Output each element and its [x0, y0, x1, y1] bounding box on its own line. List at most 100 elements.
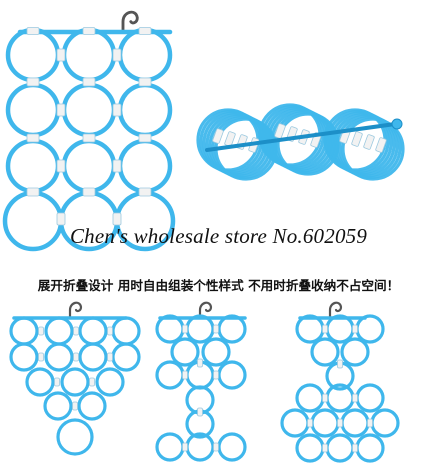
ring-clip [213, 370, 219, 380]
ring [355, 314, 385, 344]
ring [310, 337, 340, 367]
ring-clip [26, 77, 40, 87]
ring-clip [107, 352, 113, 362]
hanger-variant-c [280, 301, 400, 463]
ring [295, 314, 325, 344]
ring [295, 383, 325, 413]
ring [9, 316, 39, 346]
ring-clip [56, 103, 66, 117]
store-watermark: Chen's wholesale store No.602059 [69, 224, 368, 248]
ring [111, 316, 141, 346]
ring-clip [351, 131, 363, 147]
ring-clip [322, 443, 328, 453]
ring [355, 433, 385, 463]
ring-clip [337, 418, 343, 428]
ring [155, 432, 185, 462]
ring [43, 391, 73, 421]
ring [56, 418, 94, 456]
ring-clip [352, 393, 358, 403]
ring-clip [352, 324, 358, 334]
ring-clip [26, 133, 40, 143]
ring-clip [56, 48, 66, 62]
ring-clip [337, 359, 343, 369]
ring-clip [182, 370, 188, 380]
hook-knob-icon [391, 118, 403, 130]
ring-clip [307, 418, 313, 428]
ring [170, 337, 200, 367]
ring [310, 408, 340, 438]
ring [60, 367, 90, 397]
ring [155, 360, 185, 390]
ring-clip [138, 27, 152, 35]
ring [78, 316, 108, 346]
ring-clip [72, 401, 78, 411]
hanger-folded [196, 103, 405, 181]
hanger-hook-icon [68, 301, 83, 320]
hanger-variant-a [9, 301, 141, 456]
ring-clip [38, 352, 44, 362]
ring-clip [82, 133, 96, 143]
ring-clip [322, 324, 328, 334]
hanger-variant-b [155, 301, 247, 462]
ring [61, 82, 117, 138]
ring [5, 27, 61, 83]
ring [355, 383, 385, 413]
ring-clip [26, 27, 40, 35]
ring [325, 314, 355, 344]
ring-clip [73, 352, 79, 362]
ring [117, 82, 173, 138]
ring [117, 138, 173, 194]
ring-clip [138, 187, 152, 197]
ring [61, 27, 117, 83]
ring-clip [54, 377, 60, 387]
ring-clip [367, 418, 373, 428]
ring-clip [197, 358, 203, 368]
ring [9, 342, 39, 372]
ring-clip [182, 442, 188, 452]
ring [217, 314, 247, 344]
ring [280, 408, 310, 438]
hanger-hook-icon [121, 10, 139, 34]
ring-clip [38, 326, 44, 336]
ring [5, 138, 61, 194]
ring-clip [112, 48, 122, 62]
ring-clip [197, 407, 203, 417]
ring [217, 360, 247, 390]
ring-clip [182, 324, 188, 334]
ring-clip [89, 377, 95, 387]
ring [44, 316, 74, 346]
ring-clip [213, 442, 219, 452]
ring-clip [363, 134, 375, 150]
ring-clip [112, 103, 122, 117]
ring-clip [82, 77, 96, 87]
ring [295, 433, 325, 463]
ring-clip [322, 393, 328, 403]
ring [95, 367, 125, 397]
ring-clip [138, 77, 152, 87]
ring [61, 138, 117, 194]
ring [25, 367, 55, 397]
ring-clip [82, 27, 96, 35]
ring [117, 27, 173, 83]
ring [217, 432, 247, 462]
ring-clip [56, 159, 66, 173]
ring-clip [138, 133, 152, 143]
ring-clip [112, 159, 122, 173]
ring [201, 337, 231, 367]
ring [340, 337, 370, 367]
ring-clip [26, 187, 40, 197]
ring [340, 408, 370, 438]
ring-clip [107, 326, 113, 336]
ring-clip [73, 326, 79, 336]
ring [78, 342, 108, 372]
ring [111, 342, 141, 372]
ring [370, 408, 400, 438]
ring [185, 314, 215, 344]
ring-clip [352, 443, 358, 453]
ring [155, 314, 185, 344]
ring [44, 342, 74, 372]
ring-clip [213, 324, 219, 334]
hanger-main-flat [2, 10, 176, 252]
ring-clip [82, 187, 96, 197]
ring [77, 391, 107, 421]
